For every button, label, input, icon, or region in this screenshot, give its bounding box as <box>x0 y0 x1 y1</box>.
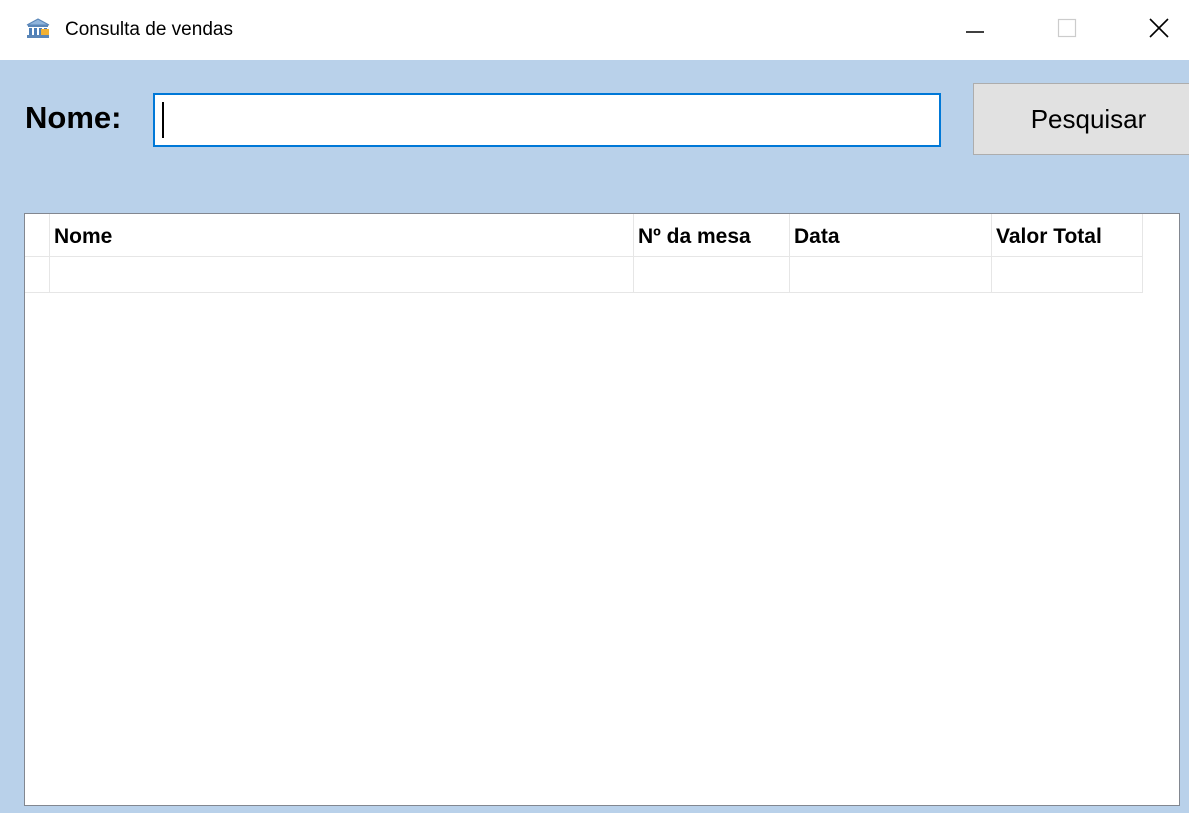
cell-mesa[interactable] <box>634 257 790 292</box>
close-icon <box>1148 17 1170 44</box>
cell-data[interactable] <box>790 257 992 292</box>
cell-valor-total[interactable] <box>992 257 1143 292</box>
minimize-icon <box>965 18 985 43</box>
window: Consulta de vendas Nome: Pesquisar Nome … <box>0 0 1189 813</box>
column-header-nome[interactable]: Nome <box>50 214 634 257</box>
sales-grid[interactable]: Nome Nº da mesa Data Valor Total <box>24 213 1180 806</box>
column-header-mesa[interactable]: Nº da mesa <box>634 214 790 257</box>
name-label: Nome: <box>25 100 122 135</box>
window-title: Consulta de vendas <box>65 19 233 40</box>
title-bar[interactable]: Consulta de vendas <box>0 0 1189 60</box>
name-search-input[interactable] <box>153 93 941 147</box>
client-area: Nome: Pesquisar Nome Nº da mesa Data Val… <box>0 60 1189 813</box>
maximize-icon <box>1057 18 1077 43</box>
close-button[interactable] <box>1129 0 1189 60</box>
table-row[interactable] <box>25 257 1143 293</box>
minimize-button[interactable] <box>945 0 1005 60</box>
column-header-data[interactable]: Data <box>790 214 992 257</box>
column-header-valor-total[interactable]: Valor Total <box>992 214 1143 257</box>
cell-nome[interactable] <box>50 257 634 292</box>
maximize-button[interactable] <box>1037 0 1097 60</box>
bank-icon <box>26 18 50 40</box>
grid-header: Nome Nº da mesa Data Valor Total <box>25 214 1143 257</box>
search-button[interactable]: Pesquisar <box>973 83 1189 155</box>
text-caret <box>162 102 164 138</box>
